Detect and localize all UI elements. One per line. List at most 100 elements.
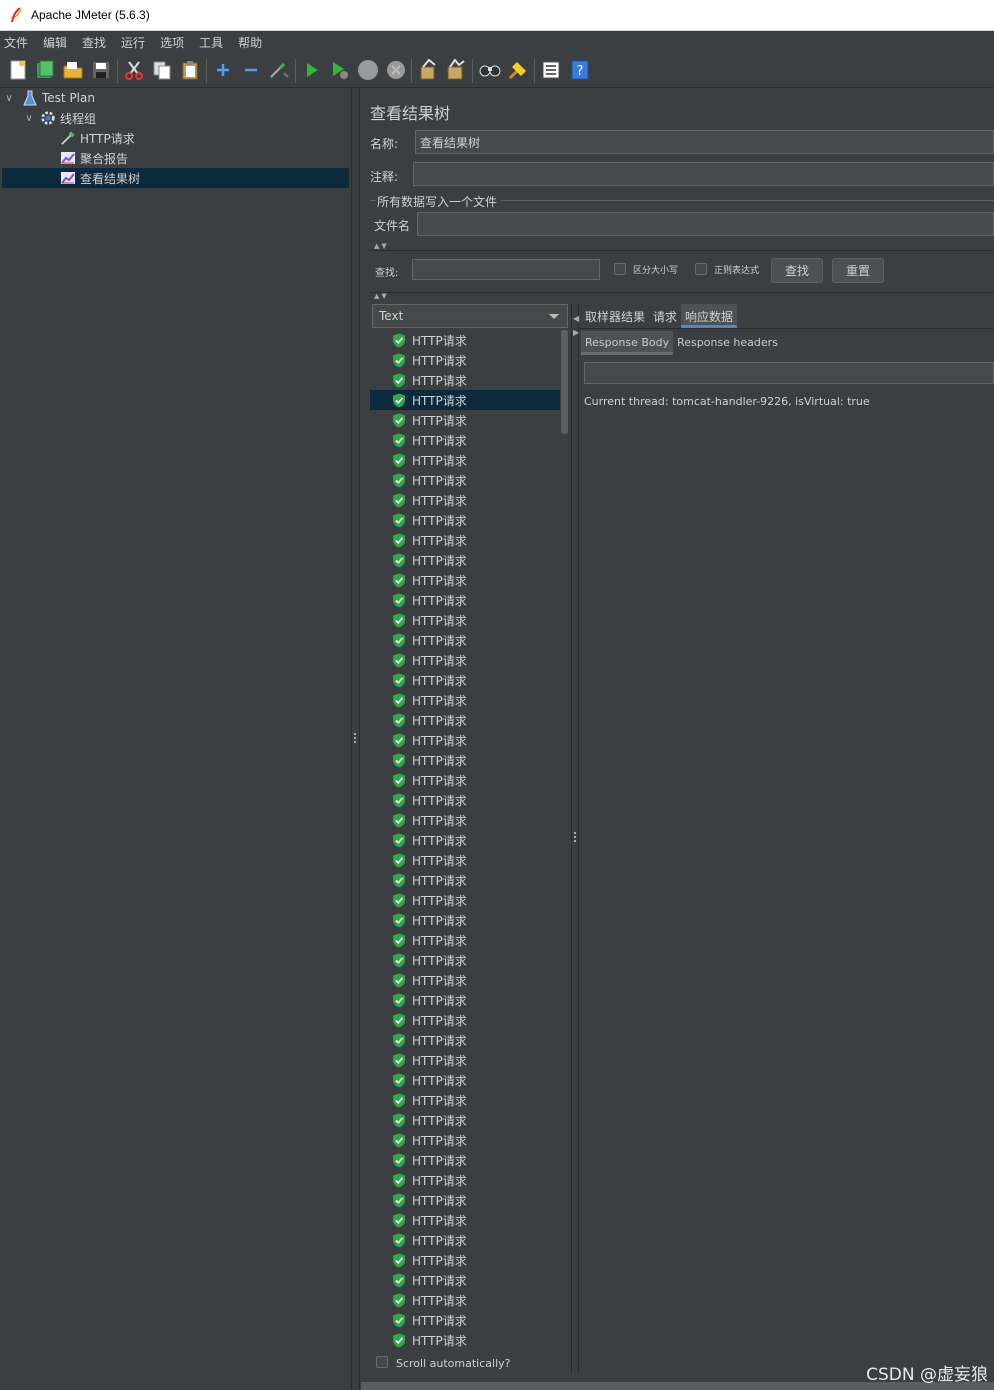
result-row[interactable]: HTTP请求 xyxy=(370,1010,560,1030)
collapse-arrows-icon[interactable]: ▲▼ xyxy=(374,242,389,250)
chevron-left-icon[interactable]: ◀ xyxy=(573,314,579,323)
stop-icon[interactable] xyxy=(357,59,379,81)
result-row[interactable]: HTTP请求 xyxy=(370,390,560,410)
result-row[interactable]: HTTP请求 xyxy=(370,610,560,630)
menu-search[interactable]: 查找 xyxy=(82,34,106,51)
expand-icon[interactable] xyxy=(212,59,234,81)
result-row[interactable]: HTTP请求 xyxy=(370,350,560,370)
result-row[interactable]: HTTP请求 xyxy=(370,1230,560,1250)
scroll-auto-checkbox[interactable] xyxy=(376,1356,388,1368)
function-helper-icon[interactable] xyxy=(540,59,562,81)
result-row[interactable]: HTTP请求 xyxy=(370,370,560,390)
tab-response-headers[interactable]: Response headers xyxy=(673,331,782,355)
reset-search-icon[interactable] xyxy=(507,59,529,81)
name-field[interactable] xyxy=(415,130,994,154)
chevron-down-icon[interactable]: ∨ xyxy=(22,113,36,124)
result-row[interactable]: HTTP请求 xyxy=(370,1330,560,1350)
menu-run[interactable]: 运行 xyxy=(121,34,145,51)
clear-all-icon[interactable] xyxy=(445,59,467,81)
result-row[interactable]: HTTP请求 xyxy=(370,1050,560,1070)
filename-field[interactable] xyxy=(417,212,994,236)
result-row[interactable]: HTTP请求 xyxy=(370,890,560,910)
result-row[interactable]: HTTP请求 xyxy=(370,1150,560,1170)
result-row[interactable]: HTTP请求 xyxy=(370,650,560,670)
menu-options[interactable]: 选项 xyxy=(160,34,184,51)
result-row[interactable]: HTTP请求 xyxy=(370,930,560,950)
result-row[interactable]: HTTP请求 xyxy=(370,490,560,510)
comment-field[interactable] xyxy=(413,162,994,186)
result-row[interactable]: HTTP请求 xyxy=(370,730,560,750)
result-row[interactable]: HTTP请求 xyxy=(370,1270,560,1290)
response-search-field[interactable] xyxy=(584,362,994,384)
copy-icon[interactable] xyxy=(151,59,173,81)
result-row[interactable]: HTTP请求 xyxy=(370,510,560,530)
tree-item-http-request[interactable]: HTTP请求 xyxy=(60,128,349,148)
result-row[interactable]: HTTP请求 xyxy=(370,750,560,770)
reset-button[interactable]: 重置 xyxy=(832,258,884,283)
result-row[interactable]: HTTP请求 xyxy=(370,590,560,610)
renderer-select[interactable]: Text xyxy=(372,304,568,328)
result-row[interactable]: HTTP请求 xyxy=(370,1170,560,1190)
main-splitter[interactable] xyxy=(351,88,360,1390)
results-scroll-thumb[interactable] xyxy=(561,330,568,434)
menu-tools[interactable]: 工具 xyxy=(199,34,223,51)
chevron-down-icon[interactable]: ∨ xyxy=(2,93,16,104)
results-splitter[interactable]: ◀ ▶ xyxy=(571,304,579,1374)
chevron-right-icon[interactable]: ▶ xyxy=(573,328,579,337)
result-row[interactable]: HTTP请求 xyxy=(370,990,560,1010)
search-input[interactable] xyxy=(412,259,600,280)
result-row[interactable]: HTTP请求 xyxy=(370,550,560,570)
result-row[interactable]: HTTP请求 xyxy=(370,630,560,650)
result-row[interactable]: HTTP请求 xyxy=(370,1250,560,1270)
result-row[interactable]: HTTP请求 xyxy=(370,1290,560,1310)
result-row[interactable]: HTTP请求 xyxy=(370,690,560,710)
result-row[interactable]: HTTP请求 xyxy=(370,670,560,690)
start-icon[interactable] xyxy=(301,59,323,81)
help-icon[interactable]: ? xyxy=(569,59,591,81)
result-row[interactable]: HTTP请求 xyxy=(370,950,560,970)
result-row[interactable]: HTTP请求 xyxy=(370,830,560,850)
save-icon[interactable] xyxy=(90,59,112,81)
toggle-icon[interactable] xyxy=(268,59,290,81)
result-row[interactable]: HTTP请求 xyxy=(370,1110,560,1130)
result-row[interactable]: HTTP请求 xyxy=(370,1090,560,1110)
open-icon[interactable] xyxy=(62,59,84,81)
result-row[interactable]: HTTP请求 xyxy=(370,910,560,930)
paste-icon[interactable] xyxy=(179,59,201,81)
new-icon[interactable] xyxy=(7,59,29,81)
tab-request[interactable]: 请求 xyxy=(649,304,681,328)
tab-response-data[interactable]: 响应数据 xyxy=(681,304,738,328)
result-row[interactable]: HTTP请求 xyxy=(370,710,560,730)
clear-icon[interactable] xyxy=(417,59,439,81)
collapse-arrows-icon[interactable]: ▲▼ xyxy=(374,292,389,300)
result-row[interactable]: HTTP请求 xyxy=(370,810,560,830)
search-icon[interactable] xyxy=(479,59,501,81)
find-button[interactable]: 查找 xyxy=(771,258,823,283)
result-row[interactable]: HTTP请求 xyxy=(370,430,560,450)
result-row[interactable]: HTTP请求 xyxy=(370,330,560,350)
result-row[interactable]: HTTP请求 xyxy=(370,850,560,870)
result-row[interactable]: HTTP请求 xyxy=(370,1130,560,1150)
result-row[interactable]: HTTP请求 xyxy=(370,1190,560,1210)
result-row[interactable]: HTTP请求 xyxy=(370,970,560,990)
result-row[interactable]: HTTP请求 xyxy=(370,410,560,430)
tab-sampler-result[interactable]: 取样器结果 xyxy=(581,304,649,328)
result-row[interactable]: HTTP请求 xyxy=(370,1210,560,1230)
tree-item-test-plan[interactable]: ∨ Test Plan xyxy=(2,88,349,108)
case-sensitive-checkbox[interactable] xyxy=(614,263,626,275)
tree-item-thread-group[interactable]: ∨ 线程组 xyxy=(22,108,349,128)
results-scrollbar[interactable] xyxy=(561,330,568,1370)
result-row[interactable]: HTTP请求 xyxy=(370,770,560,790)
tree-item-view-results-tree[interactable]: 查看结果树 xyxy=(2,168,349,188)
result-row[interactable]: HTTP请求 xyxy=(370,1030,560,1050)
menu-edit[interactable]: 编辑 xyxy=(43,34,67,51)
tab-response-body[interactable]: Response Body xyxy=(581,331,674,355)
result-row[interactable]: HTTP请求 xyxy=(370,470,560,490)
result-row[interactable]: HTTP请求 xyxy=(370,450,560,470)
start-no-pause-icon[interactable] xyxy=(329,59,351,81)
collapse-icon[interactable] xyxy=(240,59,262,81)
result-row[interactable]: HTTP请求 xyxy=(370,570,560,590)
result-row[interactable]: HTTP请求 xyxy=(370,530,560,550)
menu-file[interactable]: 文件 xyxy=(4,34,28,51)
result-row[interactable]: HTTP请求 xyxy=(370,1310,560,1330)
